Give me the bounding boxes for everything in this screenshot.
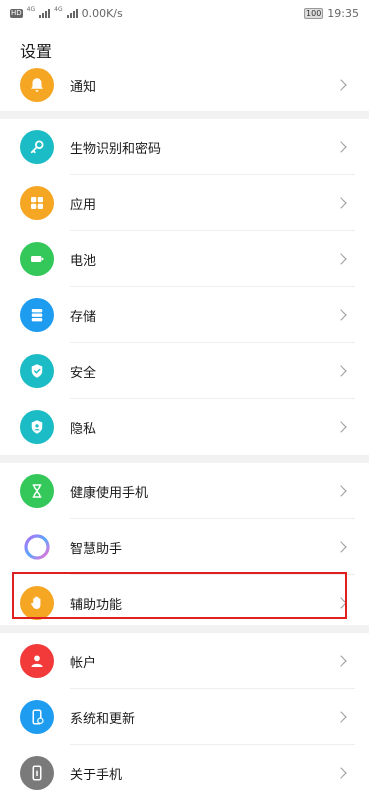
assistant-ring-icon [20,530,54,564]
settings-item-apps[interactable]: 应用 [0,175,369,231]
chevron-right-icon [335,421,347,433]
section-divider [0,625,369,633]
chevron-right-icon [335,767,347,779]
settings-item-about-phone[interactable]: 关于手机 [0,745,369,801]
settings-item-label: 智慧助手 [70,541,123,557]
settings-item-label: 健康使用手机 [70,485,149,501]
settings-item-label: 存储 [70,309,97,325]
battery-icon [20,242,54,276]
apps-grid-icon [20,186,54,220]
settings-item-notifications[interactable]: 通知 [0,57,369,113]
hd-icon: HD [10,8,23,18]
key-icon [20,130,54,164]
status-left: HD 4G 4G 0.00K/s [10,5,123,20]
chevron-right-icon [335,197,347,209]
settings-item-label: 隐私 [70,421,97,437]
hourglass-icon [20,474,54,508]
chevron-right-icon [335,655,347,667]
shield-check-icon [20,354,54,388]
section-divider [0,455,369,463]
network-speed: 0.00K/s [81,6,123,20]
phone-update-icon [20,700,54,734]
settings-item-label: 关于手机 [70,767,123,783]
chevron-right-icon [335,711,347,723]
section-divider [0,111,369,119]
settings-item-system-update[interactable]: 系统和更新 [0,689,369,745]
signal-icon [39,8,51,18]
settings-item-label: 系统和更新 [70,711,136,727]
highlight-box [12,572,347,619]
settings-item-smart-assistant[interactable]: 智慧助手 [0,519,369,575]
settings-item-storage[interactable]: 存储 [0,287,369,343]
chevron-right-icon [335,253,347,265]
clock: 19:35 [327,6,359,20]
network-4g-icon-2: 4G [54,5,63,13]
chevron-right-icon [335,541,347,553]
settings-item-label: 应用 [70,197,97,213]
privacy-shield-icon [20,410,54,444]
settings-item-security[interactable]: 安全 [0,343,369,399]
settings-group-notifications: 通知 [0,57,369,113]
settings-item-label: 生物识别和密码 [70,141,162,157]
settings-item-battery[interactable]: 电池 [0,231,369,287]
phone-info-icon [20,756,54,790]
settings-item-label: 帐户 [70,655,97,671]
settings-item-label: 安全 [70,365,97,381]
status-right: 100 19:35 [304,7,359,20]
settings-item-accounts[interactable]: 帐户 [0,633,369,689]
chevron-right-icon [335,141,347,153]
settings-item-label: 通知 [70,79,97,95]
settings-item-digital-balance[interactable]: 健康使用手机 [0,463,369,519]
signal-icon-2 [66,8,78,18]
chevron-right-icon [335,485,347,497]
chevron-right-icon [335,365,347,377]
network-4g-icon: 4G [26,5,36,13]
settings-item-biometrics[interactable]: 生物识别和密码 [0,119,369,175]
user-icon [20,644,54,678]
chevron-right-icon [335,79,347,91]
bell-icon [20,68,54,102]
chevron-right-icon [335,309,347,321]
settings-item-privacy[interactable]: 隐私 [0,399,369,455]
storage-icon [20,298,54,332]
settings-item-label: 电池 [70,253,97,269]
settings-group-system: 帐户 系统和更新 关于手机 [0,633,369,801]
battery-level: 100 [304,7,324,19]
status-bar: HD 4G 4G 0.00K/s 100 19:35 [0,0,369,26]
settings-group-main: 生物识别和密码 应用 电池 存储 安全 隐私 [0,119,369,455]
